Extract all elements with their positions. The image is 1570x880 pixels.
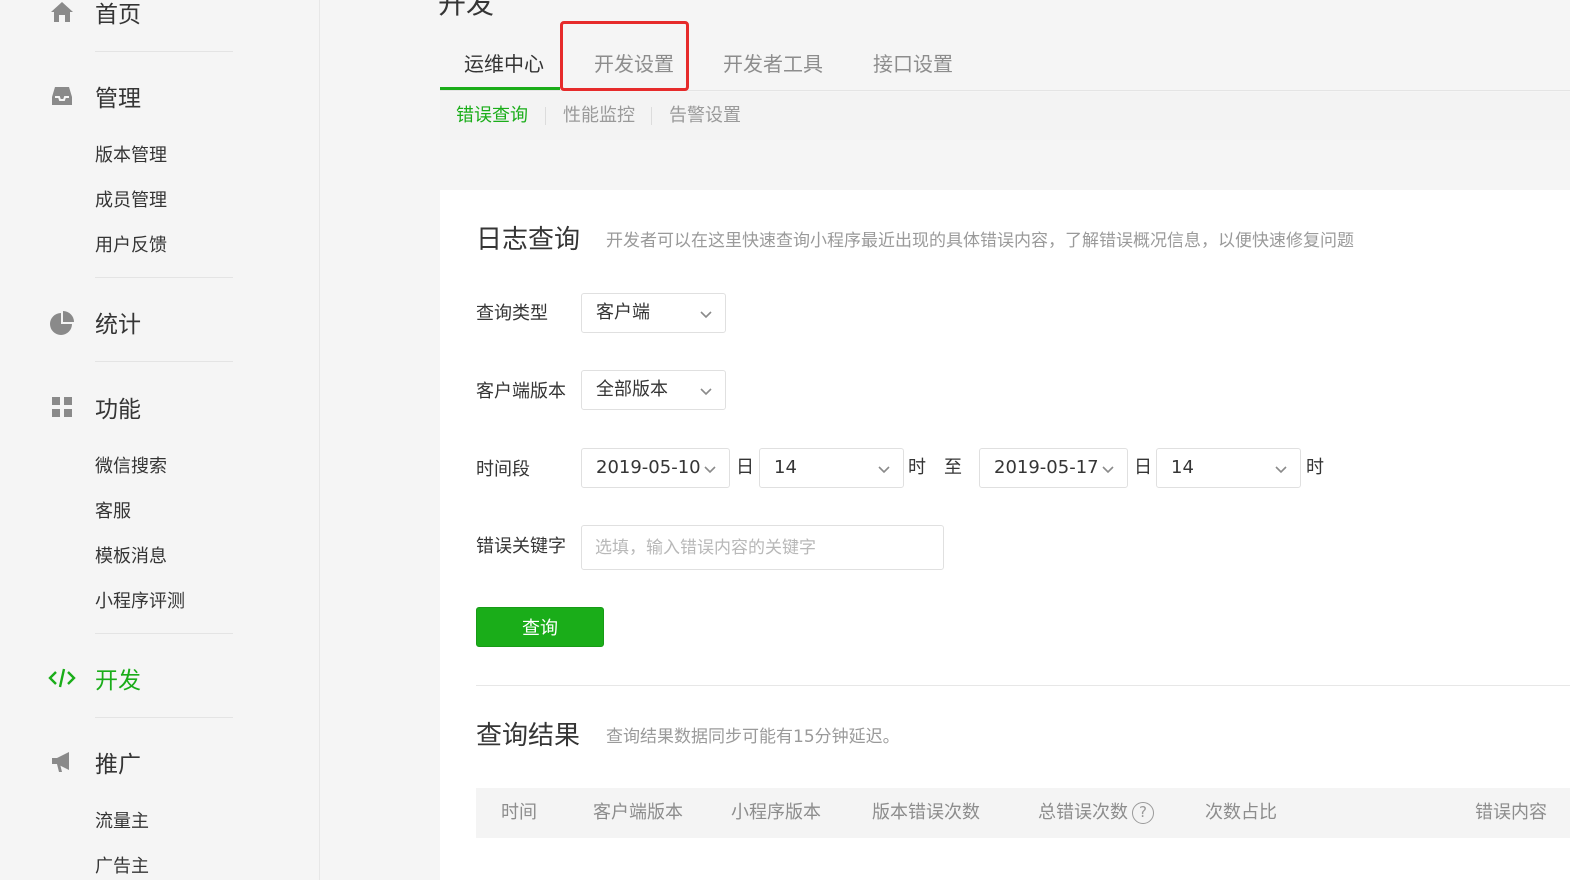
results-table-header: 时间 客户端版本 小程序版本 版本错误次数 总错误次数? 次数占比 错误内容 [476, 788, 1570, 838]
nav-manage[interactable]: 管理 [0, 76, 320, 116]
query-type-select[interactable]: 客户端 [581, 293, 726, 333]
end-hour-select[interactable]: 14 [1156, 448, 1301, 488]
results-desc: 查询结果数据同步可能有15分钟延迟。 [606, 727, 900, 747]
col-miniprogram-version: 小程序版本 [731, 802, 821, 823]
log-query-desc: 开发者可以在这里快速查询小程序最近出现的具体错误内容，了解错误概况信息，以便快速… [606, 231, 1354, 251]
chevron-down-icon [878, 466, 890, 474]
day-unit-label: 日 [736, 457, 754, 478]
start-date-select[interactable]: 2019-05-10 [581, 448, 730, 488]
divider [95, 717, 233, 718]
col-client-version: 客户端版本 [593, 802, 683, 823]
col-total-error-count-label: 总错误次数 [1038, 802, 1128, 823]
divider [95, 51, 233, 52]
active-tab-indicator [440, 87, 560, 90]
nav-home-label: 首页 [95, 2, 141, 28]
keyword-input[interactable] [581, 525, 944, 570]
divider [95, 633, 233, 634]
tab-bar: 运维中心 开发设置 开发者工具 接口设置 [440, 40, 1570, 91]
col-total-error-count: 总错误次数? [1038, 801, 1154, 825]
sidebar-item-member-manage[interactable]: 成员管理 [95, 189, 167, 213]
sidebar-item-wechat-search[interactable]: 微信搜索 [95, 455, 167, 479]
col-error-content: 错误内容 [1475, 802, 1547, 823]
query-button[interactable]: 查询 [476, 607, 604, 647]
divider [476, 685, 1570, 686]
end-date-value: 2019-05-17 [994, 457, 1099, 478]
chevron-down-icon [1102, 466, 1114, 474]
sidebar-item-customer-service[interactable]: 客服 [95, 500, 131, 524]
query-type-value: 客户端 [596, 302, 650, 323]
time-range-label: 时间段 [476, 459, 530, 480]
subtab-separator [651, 107, 652, 125]
subtab-performance[interactable]: 性能监控 [563, 104, 635, 128]
sidebar-item-miniprogram-review[interactable]: 小程序评测 [95, 590, 185, 614]
to-label: 至 [944, 457, 962, 478]
nav-promote-label: 推广 [95, 752, 141, 778]
day-unit-label: 日 [1134, 457, 1152, 478]
col-ratio: 次数占比 [1205, 802, 1277, 823]
col-version-error-count: 版本错误次数 [872, 802, 980, 823]
nav-home[interactable]: 首页 [0, 0, 320, 32]
sidebar-item-advertiser[interactable]: 广告主 [95, 855, 149, 879]
page-title: 开发 [438, 0, 495, 20]
sidebar-item-version-manage[interactable]: 版本管理 [95, 144, 167, 168]
keyword-label: 错误关键字 [476, 536, 566, 557]
nav-dev-label: 开发 [95, 668, 141, 694]
divider [95, 277, 233, 278]
sidebar: 首页 管理 版本管理 成员管理 用户反馈 统计 功能 微信搜索 客服 模板消息 … [0, 0, 320, 880]
nav-features[interactable]: 功能 [0, 387, 320, 427]
help-icon[interactable]: ? [1132, 802, 1154, 824]
client-version-value: 全部版本 [596, 379, 668, 400]
subtab-alerts[interactable]: 告警设置 [669, 104, 741, 128]
sidebar-item-traffic-owner[interactable]: 流量主 [95, 810, 149, 834]
nav-promote[interactable]: 推广 [0, 742, 320, 782]
sidebar-item-user-feedback[interactable]: 用户反馈 [95, 234, 167, 258]
megaphone-icon [48, 748, 76, 776]
client-version-label: 客户端版本 [476, 381, 566, 402]
tab-dev-settings[interactable]: 开发设置 [594, 50, 674, 78]
hour-unit-label: 时 [908, 457, 926, 478]
subtab-separator [545, 107, 546, 125]
log-query-title: 日志查询 [476, 225, 581, 255]
start-date-value: 2019-05-10 [596, 457, 701, 478]
subtab-error-query[interactable]: 错误查询 [456, 104, 528, 128]
hour-unit-label: 时 [1306, 457, 1324, 478]
nav-stats-label: 统计 [95, 312, 141, 338]
client-version-select[interactable]: 全部版本 [581, 370, 726, 410]
end-date-select[interactable]: 2019-05-17 [979, 448, 1128, 488]
chevron-down-icon [1275, 466, 1287, 474]
start-hour-select[interactable]: 14 [759, 448, 904, 488]
inbox-icon [48, 82, 76, 110]
col-time: 时间 [501, 802, 537, 823]
code-icon [48, 664, 76, 692]
results-title: 查询结果 [476, 721, 581, 751]
chevron-down-icon [700, 311, 712, 319]
nav-manage-label: 管理 [95, 86, 141, 112]
query-type-label: 查询类型 [476, 303, 548, 324]
grid-icon [48, 393, 76, 421]
tab-dev-tools[interactable]: 开发者工具 [723, 50, 823, 78]
tab-ops-center[interactable]: 运维中心 [464, 50, 544, 78]
nav-features-label: 功能 [95, 397, 141, 423]
pie-chart-icon [48, 308, 76, 336]
end-hour-value: 14 [1171, 457, 1194, 478]
subtab-bar: 错误查询 性能监控 告警设置 [440, 92, 1570, 140]
chevron-down-icon [704, 466, 716, 474]
start-hour-value: 14 [774, 457, 797, 478]
home-icon [48, 0, 76, 26]
nav-dev[interactable]: 开发 [0, 658, 320, 698]
nav-stats[interactable]: 统计 [0, 302, 320, 342]
sidebar-item-template-message[interactable]: 模板消息 [95, 545, 167, 569]
divider [95, 361, 233, 362]
tab-api-settings[interactable]: 接口设置 [873, 50, 953, 78]
chevron-down-icon [700, 388, 712, 396]
